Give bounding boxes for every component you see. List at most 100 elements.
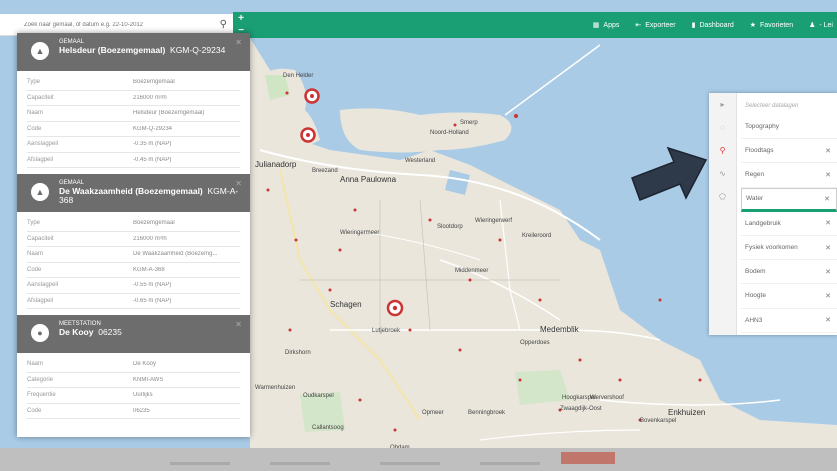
- layer-item-floodtags[interactable]: Floodtags ✕: [741, 139, 837, 164]
- close-icon[interactable]: ✕: [235, 38, 242, 47]
- export-icon: ⇤: [635, 22, 642, 29]
- remove-icon[interactable]: ✕: [824, 195, 830, 203]
- remove-icon[interactable]: ✕: [825, 171, 831, 179]
- info-section-code: 06235: [98, 327, 122, 337]
- info-key: Capaciteit: [27, 94, 54, 101]
- nav-user[interactable]: ♟ - Lei: [809, 21, 833, 30]
- map-label: Zwaagdijk-Oost: [560, 406, 602, 412]
- map-label: Bovenkarspel: [640, 418, 677, 424]
- layers-header: Selecteer datalagen: [745, 103, 799, 109]
- collapse-arrow-icon[interactable]: ▸: [709, 93, 736, 116]
- timeline-strip[interactable]: [0, 448, 837, 471]
- markers-icon[interactable]: ⚲: [709, 139, 736, 162]
- search-input[interactable]: [24, 21, 204, 28]
- remove-icon[interactable]: ✕: [825, 316, 831, 324]
- layer-item-landgebruik[interactable]: Landgebruik ✕: [741, 212, 837, 236]
- info-row: Frequentie Uurlijks: [27, 388, 240, 404]
- info-section-title: De Kooy 06235: [59, 328, 240, 337]
- info-row: Code KGM-A-368: [27, 263, 240, 278]
- layer-item-hoogte[interactable]: Hoogte ✕: [741, 284, 837, 309]
- timeline-segment: [380, 462, 440, 465]
- info-value: Helsdeur (Boezemgemaal): [133, 110, 205, 117]
- map-label: Wieringerwerf: [475, 218, 513, 224]
- info-section-title: Helsdeur (Boezemgemaal) KGM-Q-29234: [59, 46, 240, 55]
- remove-icon[interactable]: ✕: [825, 268, 831, 276]
- layer-item-water[interactable]: Water ✕: [741, 187, 837, 212]
- timeline-segment: [170, 462, 230, 465]
- close-icon[interactable]: ✕: [235, 320, 242, 329]
- remove-icon[interactable]: ✕: [825, 219, 831, 227]
- layers-list: Selecteer datalagen Topography Floodtags…: [741, 97, 837, 333]
- info-value: De Waakzaamheid (Boezemg...: [133, 251, 218, 258]
- info-key: Afslagpeil: [27, 297, 54, 304]
- trend-icon[interactable]: ∿: [709, 162, 736, 185]
- layer-item-topography[interactable]: Topography: [741, 115, 837, 140]
- user-icon: ♟: [809, 22, 816, 29]
- info-row: Code 06235: [27, 404, 240, 419]
- map-label: Schagen: [330, 300, 362, 309]
- layer-label: Water: [746, 195, 764, 203]
- map-label: Warmenhuizen: [255, 385, 296, 391]
- map-label: Callantsoog: [312, 425, 344, 431]
- info-key: Categorie: [27, 376, 54, 383]
- pin-icon[interactable]: ◌: [709, 116, 736, 139]
- timeline-handle[interactable]: [561, 452, 615, 464]
- layer-label: Floodtags: [745, 147, 774, 155]
- map-label: Noord-Holland: [430, 130, 469, 136]
- nav-dashboard[interactable]: ▮ Dashboard: [691, 21, 734, 30]
- info-value: 06235: [133, 407, 150, 414]
- info-key: Aanslagpeil: [27, 282, 59, 289]
- info-key: Type: [27, 220, 41, 227]
- close-icon[interactable]: ✕: [235, 179, 242, 188]
- map-label: Westerland: [405, 158, 436, 164]
- timeline-segment: [270, 462, 330, 465]
- layer-item-ahn3[interactable]: AHN3 ✕: [741, 309, 837, 333]
- info-section-rows: Type Boezemgemaal Capaciteit 216000 m³/h N…: [17, 71, 250, 174]
- zoom-in-button[interactable]: +: [238, 14, 244, 24]
- info-key: Naam: [27, 110, 44, 117]
- layer-item-fysiek-voorkomen[interactable]: Fysiek voorkomen ✕: [741, 236, 837, 261]
- shape-icon[interactable]: ⬠: [709, 185, 736, 208]
- info-section-name: Helsdeur (Boezemgemaal): [59, 45, 166, 55]
- info-row: Capaciteit 216000 m³/h: [27, 91, 240, 106]
- map-label: Opperdoes: [520, 340, 550, 346]
- info-value: De Kooy: [133, 361, 157, 368]
- info-section-header: ▲ GEMAAL Helsdeur (Boezemgemaal) KGM-Q-2…: [17, 33, 250, 71]
- layer-item-regen[interactable]: Regen ✕: [741, 163, 837, 188]
- map-label: Dirkshorn: [285, 350, 311, 356]
- layer-label: AHN3: [745, 316, 763, 324]
- map-label: Enkhuizen: [668, 408, 706, 417]
- nav-favorieten[interactable]: ★ Favorieten: [750, 21, 793, 30]
- map-label: Breezand: [312, 168, 338, 174]
- map-label: Benningbroek: [468, 410, 506, 416]
- info-key: Frequentie: [27, 392, 56, 399]
- info-section-code: KGM-Q-29234: [170, 45, 226, 55]
- search-icon[interactable]: ⚲: [220, 19, 227, 30]
- drop-icon: ●: [31, 324, 49, 342]
- info-key: Capaciteit: [27, 235, 54, 242]
- remove-icon[interactable]: ✕: [825, 147, 831, 155]
- layer-label: Bodem: [745, 268, 766, 276]
- info-row: Naam De Waakzaamheid (Boezemg...: [27, 247, 240, 263]
- timeline-segment: [480, 462, 540, 465]
- layer-label: Regen: [745, 171, 765, 179]
- remove-icon[interactable]: ✕: [825, 292, 831, 300]
- info-section-rows: Naam De Kooy Categorie KNMI-AWS Frequentie…: [17, 353, 250, 425]
- top-navbar: ▦ Apps ⇤ Exporteer ▮ Dashboard ★ Favorieten …: [233, 12, 837, 38]
- info-key: Code: [27, 125, 42, 132]
- remove-icon[interactable]: ✕: [825, 244, 831, 252]
- map-label: Lutjebroek: [372, 328, 401, 334]
- map-label: Den Helder: [283, 73, 314, 79]
- nav-apps[interactable]: ▦ Apps: [593, 21, 620, 30]
- info-key: Naam: [27, 361, 44, 368]
- dashboard-icon: ▮: [691, 22, 696, 29]
- nav-user-label: - Lei: [819, 21, 833, 29]
- info-row: Naam Helsdeur (Boezemgemaal): [27, 106, 240, 122]
- nav-dashboard-label: Dashboard: [699, 21, 734, 29]
- nav-exporteer[interactable]: ⇤ Exporteer: [635, 21, 675, 30]
- info-key: Aanslagpeil: [27, 141, 59, 148]
- info-row: Categorie KNMI-AWS: [27, 373, 240, 388]
- info-value: -0.45 m (NAP): [133, 156, 172, 163]
- layer-item-bodem[interactable]: Bodem ✕: [741, 260, 837, 285]
- info-value: -0.65 m (NAP): [133, 297, 172, 304]
